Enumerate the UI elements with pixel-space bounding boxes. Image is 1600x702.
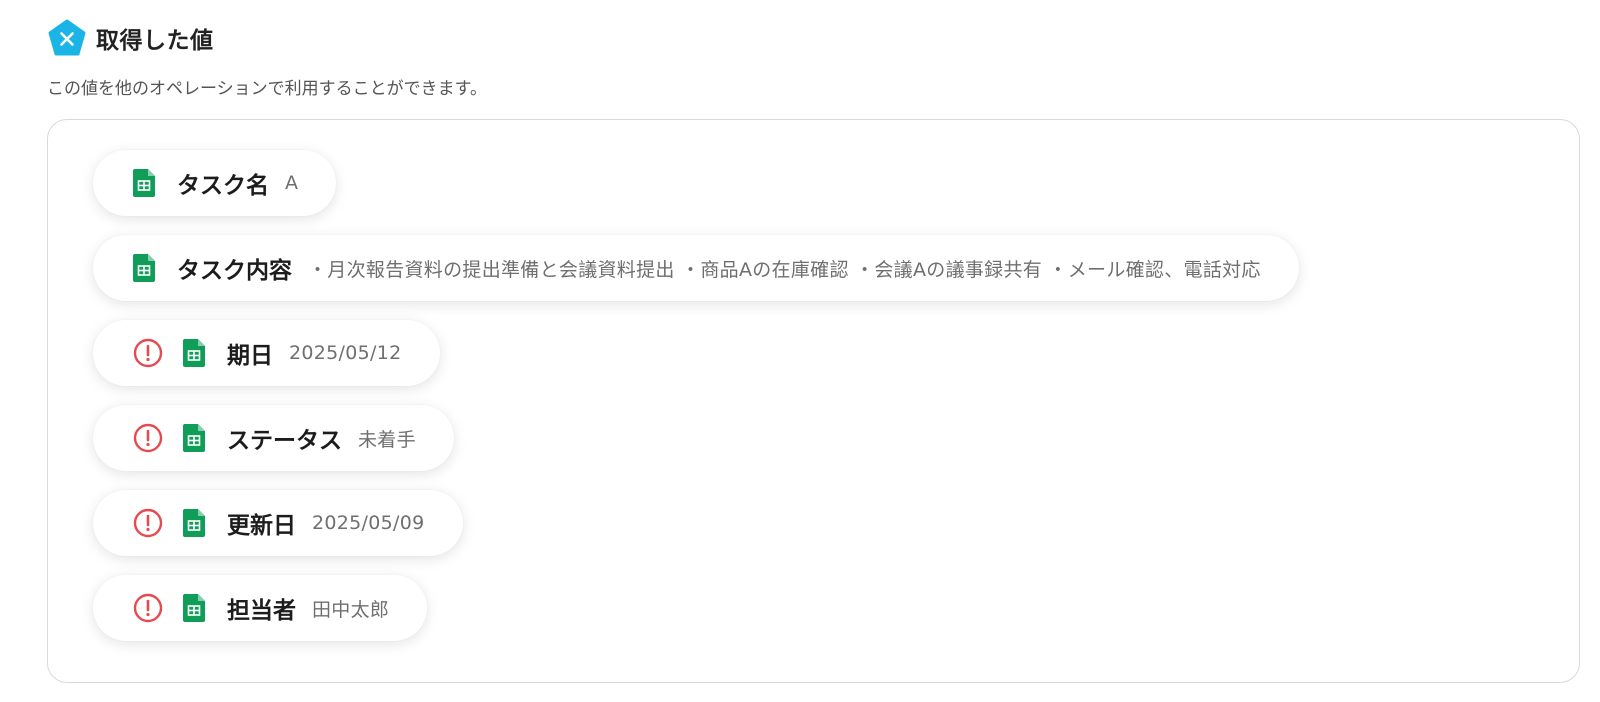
field-value: 2025/05/09	[312, 512, 425, 534]
field-label: 担当者	[227, 598, 296, 624]
section-description: この値を他のオペレーションで利用することができます。	[47, 79, 487, 99]
spreadsheet-icon	[133, 254, 155, 282]
warning-icon	[133, 338, 163, 368]
field-label: タスク名	[177, 173, 269, 199]
field-value: 2025/05/12	[289, 342, 402, 364]
field-value: A	[285, 172, 299, 194]
field-value: 未着手	[358, 428, 416, 451]
value-chip-task-name[interactable]: タスク名 A	[93, 150, 337, 216]
value-chip-task-content[interactable]: タスク内容 ・月次報告資料の提出準備と会議資料提出 ・商品Aの在庫確認 ・会議A…	[93, 235, 1299, 301]
warning-icon	[133, 593, 163, 623]
spreadsheet-icon	[183, 594, 205, 622]
section-title: 取得した値	[96, 28, 214, 54]
value-chip-updated-date[interactable]: 更新日 2025/05/09	[93, 490, 463, 556]
value-chip-assignee[interactable]: 担当者 田中太郎	[93, 575, 428, 641]
field-label: 更新日	[227, 513, 296, 539]
spreadsheet-icon	[183, 339, 205, 367]
warning-icon	[133, 423, 163, 453]
warning-icon	[133, 508, 163, 538]
spreadsheet-icon	[183, 424, 205, 452]
value-chip-status[interactable]: ステータス 未着手	[93, 405, 454, 471]
spreadsheet-icon	[183, 509, 205, 537]
spreadsheet-icon	[133, 169, 155, 197]
field-label: 期日	[227, 343, 273, 369]
yoom-pentagon-icon	[48, 19, 86, 57]
field-label: ステータス	[227, 428, 342, 454]
value-chip-due-date[interactable]: 期日 2025/05/12	[93, 320, 440, 386]
section-header: 取得した値	[48, 18, 214, 58]
field-value: ・月次報告資料の提出準備と会議資料提出 ・商品Aの在庫確認 ・会議Aの議事録共有…	[308, 258, 1261, 281]
field-label: タスク内容	[177, 258, 292, 284]
field-value: 田中太郎	[312, 598, 390, 621]
acquired-values-panel: タスク名 A タスク内容 ・月次報告資料の提出準備と会議資料提出 ・商品Aの在庫…	[47, 119, 1580, 683]
